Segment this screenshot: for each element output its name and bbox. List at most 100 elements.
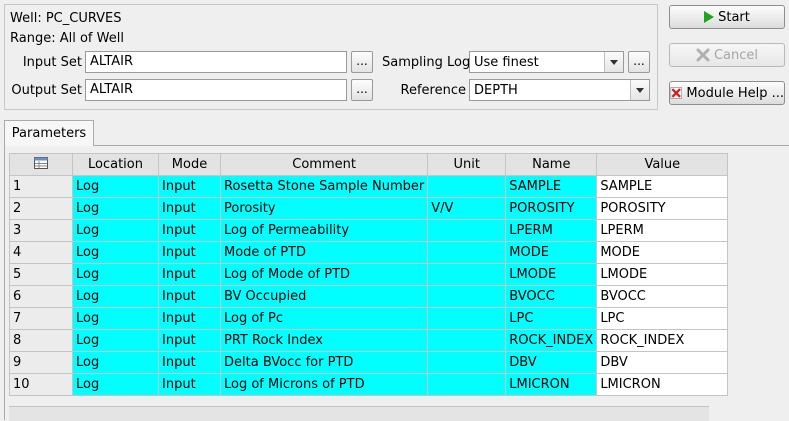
row-number[interactable]: 9 — [9, 351, 73, 374]
unit-cell[interactable] — [427, 175, 507, 198]
comment-cell[interactable]: BV Occupied — [219, 285, 429, 308]
tab-parameters[interactable]: Parameters — [4, 120, 94, 146]
sampling-log-browse-button[interactable]: ... — [628, 51, 650, 73]
table-row[interactable]: 2 Log Input Porosity V/V POROSITY POROSI… — [9, 197, 729, 220]
value-cell[interactable]: DBV — [596, 351, 729, 374]
location-cell[interactable]: Log — [72, 285, 159, 308]
column-header-location[interactable]: Location — [72, 153, 159, 176]
value-cell[interactable]: LPERM — [596, 219, 729, 242]
unit-cell[interactable] — [427, 351, 507, 374]
table-row[interactable]: 8 Log Input PRT Rock Index ROCK_INDEX RO… — [9, 329, 729, 352]
comment-cell[interactable]: Rosetta Stone Sample Number — [219, 175, 429, 198]
location-cell[interactable]: Log — [72, 263, 159, 286]
value-cell[interactable]: BVOCC — [596, 285, 729, 308]
comment-cell[interactable]: Delta BVocc for PTD — [219, 351, 429, 374]
mode-cell[interactable]: Input — [158, 219, 221, 242]
value-cell[interactable]: MODE — [596, 241, 729, 264]
table-row[interactable]: 5 Log Input Log of Mode of PTD LMODE LMO… — [9, 263, 729, 286]
unit-cell[interactable] — [427, 307, 507, 330]
name-cell[interactable]: BVOCC — [505, 285, 598, 308]
location-cell[interactable]: Log — [72, 241, 159, 264]
mode-cell[interactable]: Input — [158, 263, 221, 286]
column-header-value[interactable]: Value — [596, 153, 729, 176]
reference-dropdown[interactable]: DEPTH — [469, 79, 650, 101]
mode-cell[interactable]: Input — [158, 351, 221, 374]
row-number[interactable]: 4 — [9, 241, 73, 264]
location-cell[interactable]: Log — [72, 351, 159, 374]
name-cell[interactable]: POROSITY — [505, 197, 598, 220]
row-number[interactable]: 1 — [9, 175, 73, 198]
value-cell[interactable]: LMICRON — [596, 373, 729, 396]
name-cell[interactable]: LMODE — [505, 263, 598, 286]
value-cell[interactable]: POROSITY — [596, 197, 729, 220]
row-number[interactable]: 3 — [9, 219, 73, 242]
mode-cell[interactable]: Input — [158, 285, 221, 308]
table-row[interactable]: 9 Log Input Delta BVocc for PTD DBV DBV — [9, 351, 729, 374]
location-cell[interactable]: Log — [72, 197, 159, 220]
name-cell[interactable]: DBV — [505, 351, 598, 374]
mode-cell[interactable]: Input — [158, 329, 221, 352]
sampling-log-dropdown[interactable]: Use finest — [469, 51, 624, 73]
column-header-name[interactable]: Name — [505, 153, 598, 176]
table-row[interactable]: 7 Log Input Log of Pc LPC LPC — [9, 307, 729, 330]
location-cell[interactable]: Log — [72, 373, 159, 396]
name-cell[interactable]: LMICRON — [505, 373, 598, 396]
value-cell[interactable]: LPC — [596, 307, 729, 330]
name-cell[interactable]: ROCK_INDEX — [505, 329, 598, 352]
value-cell[interactable]: ROCK_INDEX — [596, 329, 729, 352]
input-set-browse-button[interactable]: ... — [351, 51, 373, 73]
comment-cell[interactable]: Log of Mode of PTD — [219, 263, 429, 286]
location-cell[interactable]: Log — [72, 175, 159, 198]
row-number[interactable]: 10 — [9, 373, 73, 396]
unit-cell[interactable] — [427, 285, 507, 308]
table-row[interactable]: 6 Log Input BV Occupied BVOCC BVOCC — [9, 285, 729, 308]
row-number[interactable]: 8 — [9, 329, 73, 352]
unit-cell[interactable] — [427, 329, 507, 352]
mode-cell[interactable]: Input — [158, 175, 221, 198]
comment-cell[interactable]: Log of Pc — [219, 307, 429, 330]
module-help-button[interactable]: Module Help ... — [669, 81, 785, 105]
table-row[interactable]: 10 Log Input Log of Microns of PTD LMICR… — [9, 373, 729, 396]
mode-cell[interactable]: Input — [158, 241, 221, 264]
unit-cell[interactable] — [427, 241, 507, 264]
comment-cell[interactable]: PRT Rock Index — [219, 329, 429, 352]
mode-cell[interactable]: Input — [158, 307, 221, 330]
unit-cell[interactable] — [427, 373, 507, 396]
mode-cell[interactable]: Input — [158, 197, 221, 220]
mode-cell[interactable]: Input — [158, 373, 221, 396]
value-cell[interactable]: SAMPLE — [596, 175, 729, 198]
output-set-field[interactable]: ALTAIR — [85, 79, 347, 101]
table-menu-icon[interactable] — [9, 153, 73, 176]
unit-cell[interactable]: V/V — [427, 197, 507, 220]
value-cell[interactable]: LMODE — [596, 263, 729, 286]
comment-cell[interactable]: Log of Microns of PTD — [219, 373, 429, 396]
cancel-button[interactable]: Cancel — [669, 43, 785, 67]
table-row[interactable]: 1 Log Input Rosetta Stone Sample Number … — [9, 175, 729, 198]
comment-cell[interactable]: Porosity — [219, 197, 429, 220]
chevron-down-icon[interactable] — [630, 80, 649, 100]
column-header-comment[interactable]: Comment — [219, 153, 429, 176]
name-cell[interactable]: MODE — [505, 241, 598, 264]
name-cell[interactable]: LPC — [505, 307, 598, 330]
location-cell[interactable]: Log — [72, 329, 159, 352]
name-cell[interactable]: SAMPLE — [505, 175, 598, 198]
unit-cell[interactable] — [427, 219, 507, 242]
location-cell[interactable]: Log — [72, 307, 159, 330]
table-row[interactable]: 4 Log Input Mode of PTD MODE MODE — [9, 241, 729, 264]
row-number[interactable]: 2 — [9, 197, 73, 220]
comment-cell[interactable]: Mode of PTD — [219, 241, 429, 264]
row-number[interactable]: 7 — [9, 307, 73, 330]
unit-cell[interactable] — [427, 263, 507, 286]
column-header-unit[interactable]: Unit — [427, 153, 507, 176]
output-set-browse-button[interactable]: ... — [351, 79, 373, 101]
chevron-down-icon[interactable] — [604, 52, 623, 72]
column-header-mode[interactable]: Mode — [158, 153, 221, 176]
name-cell[interactable]: LPERM — [505, 219, 598, 242]
location-cell[interactable]: Log — [72, 219, 159, 242]
start-button[interactable]: Start — [669, 5, 785, 29]
comment-cell[interactable]: Log of Permeability — [219, 219, 429, 242]
table-row[interactable]: 3 Log Input Log of Permeability LPERM LP… — [9, 219, 729, 242]
row-number[interactable]: 6 — [9, 285, 73, 308]
input-set-field[interactable]: ALTAIR — [85, 51, 347, 73]
row-number[interactable]: 5 — [9, 263, 73, 286]
